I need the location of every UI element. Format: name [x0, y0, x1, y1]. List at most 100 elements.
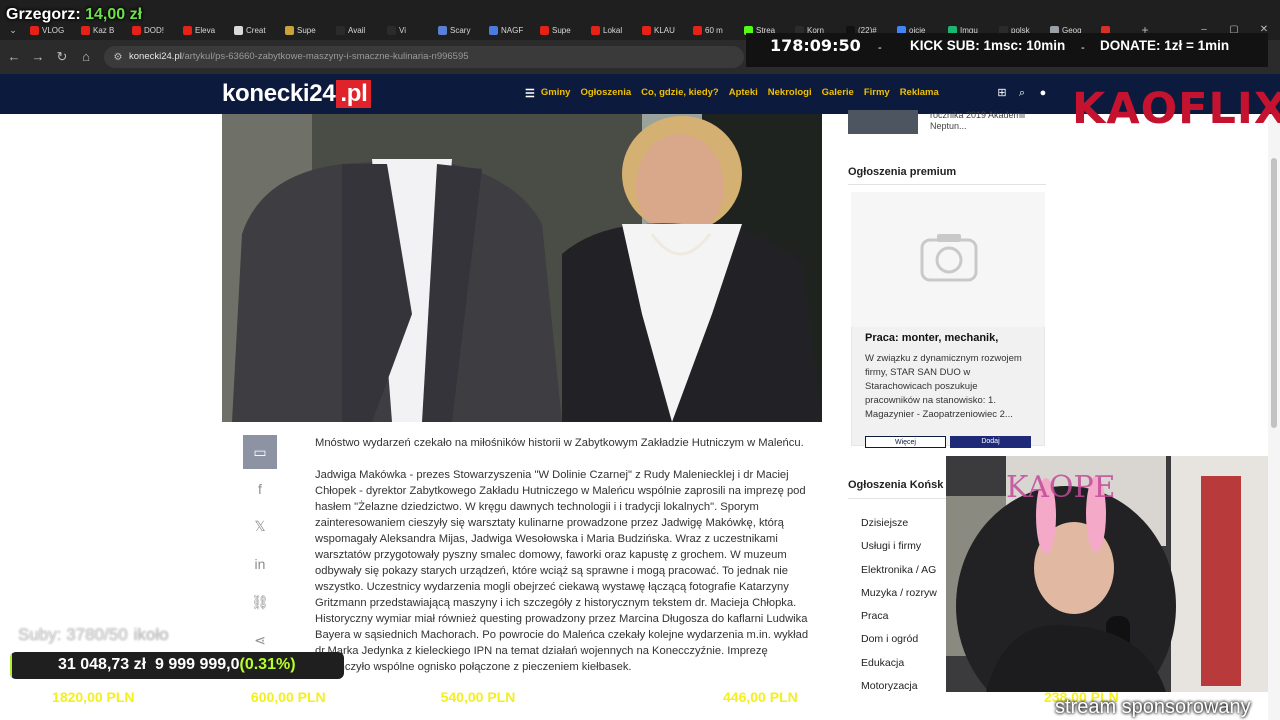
- link-icon[interactable]: ⛓: [243, 585, 277, 619]
- more-button[interactable]: Więcej: [865, 436, 946, 448]
- forward-icon[interactable]: →: [30, 49, 46, 65]
- browser-tab[interactable]: Scary: [438, 22, 485, 38]
- ad-image-placeholder: [851, 192, 1045, 327]
- nav-item-apteki[interactable]: Apteki: [729, 87, 758, 100]
- browser-tab[interactable]: KLAU: [642, 22, 689, 38]
- browser-tab[interactable]: NAGF: [489, 22, 536, 38]
- tab-label: VLOG: [42, 25, 65, 35]
- separator: -: [1081, 42, 1085, 54]
- browser-tab[interactable]: Avail: [336, 22, 383, 38]
- site-info-icon[interactable]: ⚙: [110, 50, 126, 66]
- previous-item-thumbnail[interactable]: [848, 110, 918, 134]
- x-icon[interactable]: 𝕏: [243, 509, 277, 543]
- tab-favicon-icon: [438, 25, 447, 35]
- goal-percent: (0.31%): [239, 656, 296, 673]
- top-donor-name: Grzegorz:: [6, 6, 81, 23]
- ticker-rank: 2.: [164, 689, 176, 705]
- nav-item-ogloszenia[interactable]: Ogłoszenia: [580, 87, 631, 100]
- separator: -: [878, 42, 882, 54]
- ticker-amount: 1820,00 PLN: [52, 689, 135, 705]
- tab-label: Eleva: [195, 25, 216, 35]
- tab-label: Lokal: [603, 25, 623, 35]
- facebook-icon[interactable]: f: [243, 472, 277, 506]
- category-item[interactable]: Dzisiejsze: [861, 512, 951, 535]
- ticker-name: Spooky: [377, 689, 429, 705]
- ticker-rank: 4.: [548, 689, 560, 705]
- category-item[interactable]: Usługi i firmy: [861, 535, 951, 558]
- article-photo: [222, 114, 822, 422]
- category-item[interactable]: Praca: [861, 605, 951, 628]
- ticker-item: 2. Wygrana - 600,00 PLN: [164, 689, 326, 705]
- local-ads-heading: Ogłoszenia Końsk: [848, 479, 944, 491]
- article-paragraph: Jadwiga Makówka - prezes Stowarzyszenia …: [315, 469, 809, 673]
- divider: [848, 184, 1046, 185]
- browser-tab[interactable]: Kaz B: [81, 22, 128, 38]
- sponsored-label: stream sponsorowany: [1055, 696, 1251, 718]
- tab-favicon-icon: [183, 25, 192, 35]
- browser-tab[interactable]: Creat: [234, 22, 281, 38]
- ticker-item: 4. wilkolululululululululu - 446,00 PLN: [548, 689, 798, 705]
- site-logo[interactable]: konecki24 .pl: [222, 78, 372, 110]
- linkedin-icon[interactable]: in: [243, 547, 277, 581]
- back-icon[interactable]: ←: [6, 49, 22, 65]
- category-item[interactable]: Dom i ogród: [861, 628, 951, 651]
- browser-tab[interactable]: Supe: [540, 22, 587, 38]
- user-icon[interactable]: ●: [1036, 86, 1050, 100]
- goal-progress-fill: [10, 652, 12, 679]
- subs-ghost-text: ikoło: [133, 625, 169, 644]
- nav-item-co-gdzie-kiedy[interactable]: Co, gdzie, kiedy?: [641, 87, 719, 100]
- plus-square-icon[interactable]: ⊞: [995, 86, 1009, 100]
- site-nav: ☰ Gminy Ogłoszenia Co, gdzie, kiedy? Apt…: [525, 87, 939, 100]
- browser-tab[interactable]: VLOG: [30, 22, 77, 38]
- hamburger-icon[interactable]: ☰: [525, 87, 535, 100]
- url-text[interactable]: konecki24.pl/artykul/ps-63660-zabytkowe-…: [129, 51, 469, 62]
- tab-favicon-icon: [81, 25, 90, 35]
- tab-label: Scary: [450, 25, 471, 35]
- camera-icon: [920, 234, 978, 282]
- tab-favicon-icon: [591, 25, 600, 35]
- browser-tab[interactable]: 60 m: [693, 22, 740, 38]
- nav-item-reklama[interactable]: Reklama: [900, 87, 939, 100]
- browser-tab[interactable]: Eleva: [183, 22, 230, 38]
- article-body: Mnóstwo wydarzeń czekało na miłośników h…: [315, 435, 822, 691]
- ticker-amount: 600,00 PLN: [250, 689, 326, 705]
- tab-favicon-icon: [336, 25, 345, 35]
- category-item[interactable]: Edukacja: [861, 652, 951, 675]
- previous-item-text[interactable]: rocznika 2019 Akademii Neptun...: [930, 110, 1045, 132]
- ticker-rank: 3.: [362, 689, 374, 705]
- room-sign: KAOPE: [1006, 470, 1116, 505]
- tab-label: NAGF: [501, 25, 524, 35]
- subathon-timer: 178:09:50: [770, 36, 861, 55]
- ticker-name: czerwona fasolka: [915, 689, 1032, 705]
- tab-favicon-icon: [132, 25, 141, 35]
- url-path: /artykul/ps-63660-zabytkowe-maszyny-i-sm…: [181, 51, 469, 62]
- ads-category-list: Dzisiejsze Usługi i firmy Elektronika / …: [861, 512, 951, 698]
- ad-title[interactable]: Praca: monter, mechanik,: [865, 332, 998, 344]
- logo-main: konecki24: [222, 80, 336, 107]
- url-host: konecki24.pl: [129, 51, 182, 62]
- nav-item-gminy[interactable]: Gminy: [541, 87, 571, 100]
- browser-tab[interactable]: Vi: [387, 22, 434, 38]
- comment-icon[interactable]: ▭: [243, 435, 277, 469]
- top-donor: Grzegorz: 14,00 zł: [6, 6, 142, 24]
- ticker-item: 3. Spooky - 540,00 PLN: [362, 689, 516, 705]
- scrollbar-thumb[interactable]: [1271, 158, 1277, 428]
- reload-icon[interactable]: ↻: [54, 49, 70, 65]
- kick-sub-rate: KICK SUB: 1msc: 10min: [910, 38, 1066, 53]
- tab-favicon-icon: [234, 25, 243, 35]
- search-icon[interactable]: ⌕: [1015, 86, 1029, 100]
- nav-item-firmy[interactable]: Firmy: [864, 87, 890, 100]
- browser-tab[interactable]: DOD!: [132, 22, 179, 38]
- category-item[interactable]: Elektronika / AG: [861, 559, 951, 582]
- ticker-item: 1. … - 1820,00 PLN: [10, 689, 135, 705]
- tab-favicon-icon: [489, 25, 498, 35]
- browser-tab[interactable]: Supe: [285, 22, 332, 38]
- tab-favicon-icon: [540, 25, 549, 35]
- home-icon[interactable]: ⌂: [78, 49, 94, 65]
- add-button[interactable]: Dodaj: [950, 436, 1031, 448]
- category-item[interactable]: Muzyka / rozryw: [861, 582, 951, 605]
- browser-tab[interactable]: Lokal: [591, 22, 638, 38]
- tab-search-icon[interactable]: ⌄: [5, 22, 21, 38]
- nav-item-galerie[interactable]: Galerie: [822, 87, 854, 100]
- nav-item-nekrologi[interactable]: Nekrologi: [768, 87, 812, 100]
